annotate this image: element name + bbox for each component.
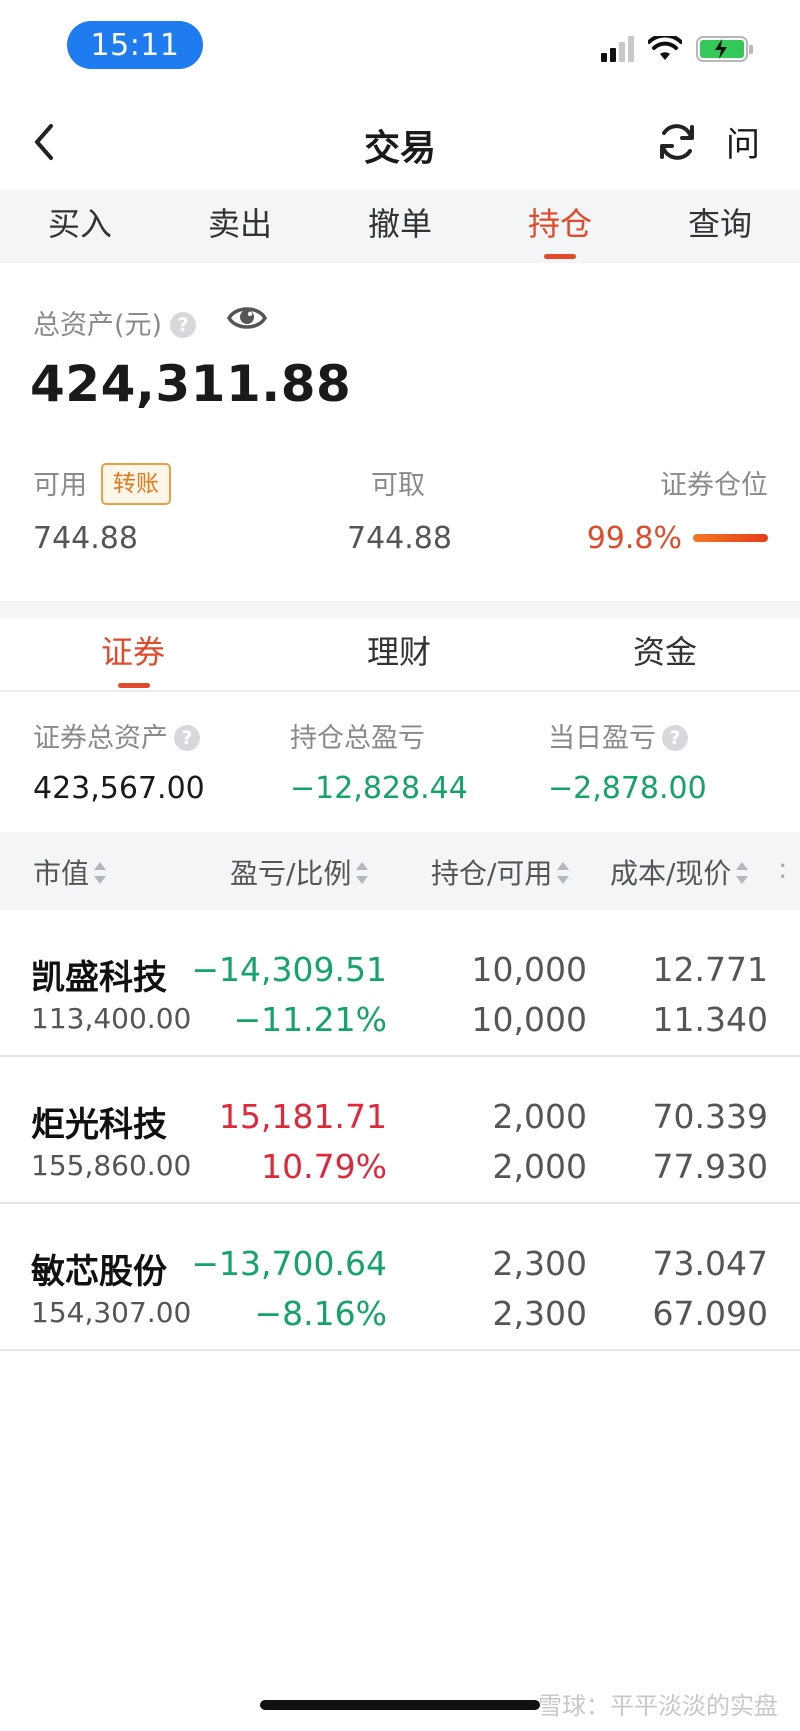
tab-cancel-order[interactable]: 撤单 — [320, 190, 480, 263]
status-time: 15:11 — [67, 21, 203, 69]
tab-query[interactable]: 查询 — [640, 190, 800, 263]
daily-pl-value: −2,878.00 — [548, 771, 707, 806]
holding-qty: 10,000 — [471, 950, 587, 989]
cost-price: 73.047 — [652, 1244, 768, 1283]
current-price: 77.930 — [652, 1147, 768, 1186]
tab-funds[interactable]: 资金 — [532, 618, 798, 690]
holding-qty: 2,300 — [492, 1244, 587, 1283]
daily-pl-label: 当日盈亏 — [548, 723, 656, 754]
section-divider — [0, 601, 800, 618]
asset-summary: 总资产(元)? 424,311.88 可用 转账 可取 证券仓位 744.88 … — [0, 263, 800, 601]
profit-loss: 15,181.71 — [219, 1097, 387, 1136]
transfer-button[interactable]: 转账 — [101, 463, 171, 505]
total-assets-label: 总资产(元) — [33, 310, 163, 341]
position-ratio-label: 证券仓位 — [660, 470, 768, 501]
tab-sell[interactable]: 卖出 — [160, 190, 320, 263]
total-assets-value: 424,311.88 — [30, 355, 352, 413]
sort-icon — [356, 862, 369, 884]
cellular-signal-icon — [601, 36, 634, 62]
battery-icon — [696, 36, 753, 62]
sort-icon — [94, 862, 107, 884]
available-qty: 2,300 — [492, 1294, 587, 1333]
tab-buy[interactable]: 买入 — [0, 190, 160, 263]
table-row[interactable]: 凯盛科技 113,400.00 −14,309.51 −11.21% 10,00… — [0, 910, 800, 1057]
stock-name: 敏芯股份 — [31, 1252, 167, 1292]
sort-pl-ratio[interactable]: 盈亏/比例 — [230, 852, 369, 892]
tab-securities[interactable]: 证券 — [0, 618, 266, 690]
withdrawable-label: 可取 — [371, 470, 425, 501]
help-button[interactable]: 问 — [726, 117, 760, 166]
available-qty: 2,000 — [492, 1147, 587, 1186]
question-mark-icon[interactable]: ? — [662, 724, 688, 751]
refresh-icon[interactable] — [656, 121, 698, 163]
more-columns-indicator[interactable]: : — [778, 852, 787, 885]
tab-wealth-management[interactable]: 理财 — [266, 618, 532, 690]
wifi-icon — [648, 36, 682, 60]
sort-icon — [736, 862, 749, 884]
status-icons — [601, 36, 753, 62]
table-row[interactable]: 敏芯股份 154,307.00 −13,700.64 −8.16% 2,300 … — [0, 1204, 800, 1351]
total-assets-label-group: 总资产(元)? — [33, 303, 197, 342]
holding-pl-label: 持仓总盈亏 — [290, 723, 425, 754]
holding-pl-value: −12,828.44 — [290, 771, 468, 806]
table-row[interactable]: 炬光科技 155,860.00 15,181.71 10.79% 2,000 2… — [0, 1057, 800, 1204]
current-price: 11.340 — [652, 1000, 768, 1039]
sort-icon — [557, 862, 570, 884]
market-value: 155,860.00 — [31, 1149, 192, 1182]
holding-pl-block: 持仓总盈亏 −12,828.44 — [290, 716, 468, 806]
holdings-table-header: 市值 盈亏/比例 持仓/可用 成本/现价 : — [0, 832, 800, 910]
question-mark-icon[interactable]: ? — [174, 724, 200, 751]
market-value: 154,307.00 — [31, 1296, 192, 1329]
cost-price: 70.339 — [652, 1097, 768, 1136]
position-ratio-bar — [693, 534, 768, 542]
profit-loss-pct: −8.16% — [254, 1294, 387, 1333]
securities-total-block: 证券总资产? 423,567.00 — [33, 716, 205, 806]
eye-icon[interactable] — [226, 301, 268, 335]
nav-header: 交易 问 — [0, 95, 800, 190]
sort-holding-available[interactable]: 持仓/可用 — [431, 852, 570, 892]
trade-tabs: 买入 卖出 撤单 持仓 查询 — [0, 190, 800, 263]
watermark: 雪球：平平淡淡的实盘 — [538, 1692, 778, 1720]
tab-positions[interactable]: 持仓 — [480, 190, 640, 263]
stock-name: 炬光科技 — [31, 1105, 167, 1145]
available-qty: 10,000 — [471, 1000, 587, 1039]
securities-total-value: 423,567.00 — [33, 771, 205, 806]
profit-loss: −13,700.64 — [191, 1244, 387, 1283]
market-value: 113,400.00 — [31, 1002, 192, 1035]
profit-loss-pct: 10.79% — [261, 1147, 387, 1186]
status-bar: 15:11 — [0, 0, 800, 95]
securities-summary: 证券总资产? 423,567.00 持仓总盈亏 −12,828.44 当日盈亏?… — [0, 692, 800, 832]
securities-total-label: 证券总资产 — [33, 723, 168, 754]
available-value: 744.88 — [33, 521, 138, 556]
daily-pl-block: 当日盈亏? −2,878.00 — [548, 716, 707, 806]
withdrawable-value: 744.88 — [347, 521, 452, 556]
home-indicator[interactable] — [260, 1700, 540, 1710]
profit-loss: −14,309.51 — [191, 950, 387, 989]
profit-loss-pct: −11.21% — [233, 1000, 387, 1039]
sort-market-value[interactable]: 市值 — [33, 852, 107, 892]
available-label: 可用 — [33, 470, 87, 501]
current-price: 67.090 — [652, 1294, 768, 1333]
sort-cost-price[interactable]: 成本/现价 — [610, 852, 749, 892]
asset-type-tabs: 证券 理财 资金 — [0, 618, 800, 692]
question-mark-icon[interactable]: ? — [170, 311, 197, 338]
stock-name: 凯盛科技 — [31, 958, 167, 998]
position-ratio-value: 99.8% — [586, 521, 682, 556]
cost-price: 12.771 — [652, 950, 768, 989]
holding-qty: 2,000 — [492, 1097, 587, 1136]
